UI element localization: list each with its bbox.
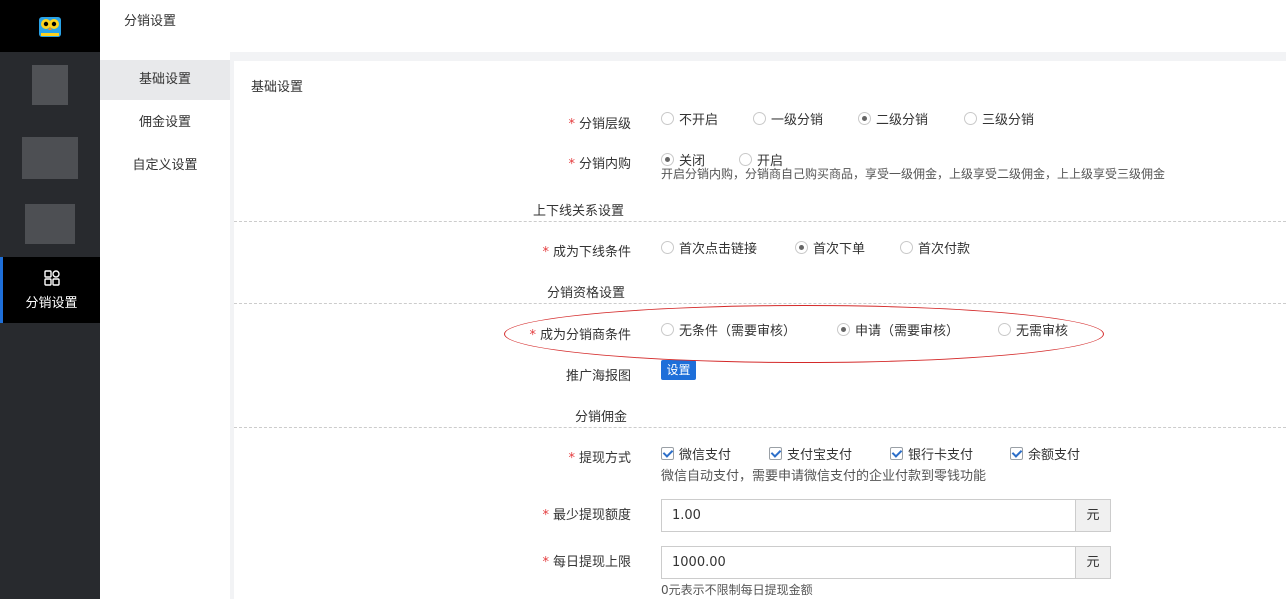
divider — [234, 427, 1286, 428]
internal-help: 开启分销内购，分销商自己购买商品，享受一级佣金，上级享受二级佣金，上上级享受三级… — [661, 167, 1166, 181]
levels-option-off[interactable]: 不开启 — [661, 109, 718, 128]
pixelated-icon — [25, 204, 75, 244]
min-withdraw-unit: 元 — [1076, 499, 1111, 532]
divider — [234, 221, 1286, 222]
rail-item-2[interactable] — [0, 125, 100, 191]
withdraw-option-alipay[interactable]: 支付宝支付 — [769, 444, 852, 463]
sub-nav-item-commission[interactable]: 佣金设置 — [100, 103, 230, 143]
downline-option-order[interactable]: 首次下单 — [795, 238, 865, 257]
downline-option-pay[interactable]: 首次付款 — [900, 238, 970, 257]
poster-setting-button[interactable]: 设置 — [661, 360, 696, 380]
grid-icon — [43, 269, 60, 286]
pixelated-icon — [32, 65, 68, 105]
sub-nav-item-basic[interactable]: 基础设置 — [100, 60, 230, 100]
min-withdraw-input[interactable] — [661, 499, 1076, 532]
downline-label: * 成为下线条件 — [542, 245, 631, 260]
relation-group-title: 上下线关系设置 — [533, 204, 625, 219]
daily-limit-input[interactable] — [661, 546, 1076, 579]
divider — [234, 303, 1286, 304]
app-rail: 分销设置 — [0, 0, 100, 599]
rail-item-3[interactable] — [0, 191, 100, 257]
pixelated-icon — [22, 137, 78, 179]
rail-item-distribution[interactable]: 分销设置 — [0, 257, 100, 323]
daily-limit-label: * 每日提现上限 — [542, 555, 631, 570]
qualification-group-title: 分销资格设置 — [547, 286, 626, 301]
rail-item-1[interactable] — [0, 52, 100, 118]
poster-label: 推广海报图 — [565, 369, 631, 384]
withdraw-option-balance[interactable]: 余额支付 — [1010, 444, 1080, 463]
levels-option-two[interactable]: 二级分销 — [858, 109, 928, 128]
owl-logo-icon — [39, 17, 61, 37]
withdraw-help: 微信自动支付，需要申请微信支付的企业付款到零钱功能 — [661, 469, 987, 484]
section-title: 基础设置 — [251, 80, 304, 95]
withdraw-option-bank[interactable]: 银行卡支付 — [890, 444, 973, 463]
levels-option-three[interactable]: 三级分销 — [964, 109, 1034, 128]
levels-option-one[interactable]: 一级分销 — [753, 109, 823, 128]
min-withdraw-group: 元 — [661, 499, 1111, 532]
withdraw-label: * 提现方式 — [568, 451, 631, 466]
internal-label: * 分销内购 — [568, 157, 631, 172]
downline-option-click[interactable]: 首次点击链接 — [661, 238, 757, 257]
daily-limit-help: 0元表示不限制每日提现金额 — [661, 583, 813, 597]
sub-nav-item-custom[interactable]: 自定义设置 — [100, 146, 230, 186]
page-title: 分销设置 — [124, 14, 177, 29]
daily-limit-unit: 元 — [1076, 546, 1111, 579]
levels-label: * 分销层级 — [568, 117, 631, 132]
rail-item-label: 分销设置 — [25, 295, 78, 311]
app-logo[interactable] — [0, 0, 100, 52]
sub-nav: 基础设置 佣金设置 自定义设置 — [100, 52, 230, 599]
highlight-ellipse — [504, 305, 1104, 363]
min-withdraw-label: * 最少提现额度 — [542, 508, 631, 523]
daily-limit-group: 元 — [661, 546, 1111, 579]
commission-group-title: 分销佣金 — [575, 410, 628, 425]
withdraw-option-wechat[interactable]: 微信支付 — [661, 444, 731, 463]
top-bar: 分销设置 — [100, 0, 1286, 52]
